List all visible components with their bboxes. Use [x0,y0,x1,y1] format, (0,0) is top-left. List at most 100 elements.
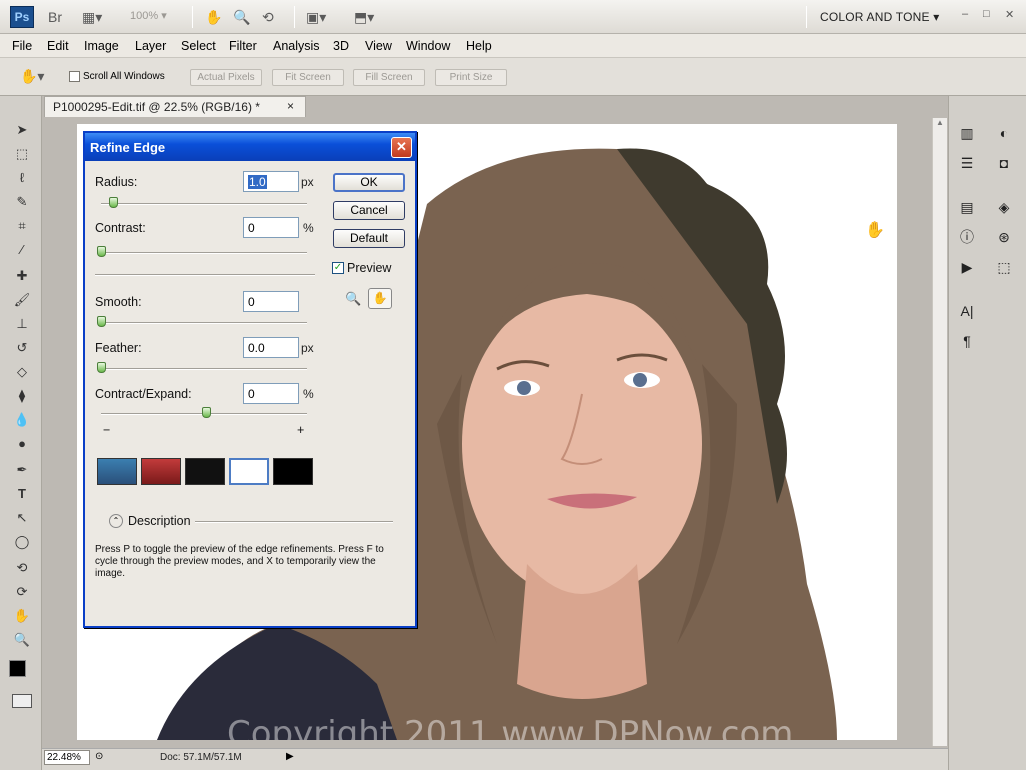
pen-tool-icon[interactable]: ✒ [10,460,34,480]
radius-field[interactable]: 1.0 [243,171,299,192]
menu-3d[interactable]: 3D [333,39,349,53]
document-tab-close-icon[interactable]: × [287,99,294,113]
clone-stamp-tool-icon[interactable]: ⊥ [10,314,34,334]
brush-tool-icon[interactable]: 🖌 [10,290,34,310]
info-icon[interactable]: ☰ [956,152,978,174]
3d-rotate-tool-icon[interactable]: ⟲ [10,558,34,578]
workspace-switcher[interactable]: COLOR AND TONE ▾ [820,10,939,24]
actions-icon[interactable]: ▶ [956,256,978,278]
bridge-icon[interactable]: Br [48,8,62,26]
navigator-icon[interactable]: ▤ [956,196,978,218]
radius-slider-thumb[interactable] [109,197,118,208]
move-tool-icon[interactable]: ➤ [10,120,34,140]
document-tab[interactable]: P1000295-Edit.tif @ 22.5% (RGB/16) * × [44,96,306,117]
zoom-field[interactable]: 22.48% [44,750,90,765]
preview-mode-on-white[interactable] [229,458,269,485]
feather-slider-track[interactable] [101,368,307,370]
scroll-up-icon[interactable]: ▲ [933,118,947,127]
cancel-button[interactable]: Cancel [333,201,405,220]
print-size-button[interactable]: Print Size [435,69,507,86]
lasso-tool-icon[interactable]: ℓ [10,168,34,188]
dialog-title[interactable]: Refine Edge [85,133,415,161]
path-selection-tool-icon[interactable]: ↖ [10,508,34,528]
paint-bucket-tool-icon[interactable]: ⧫ [10,386,34,406]
fit-screen-button[interactable]: Fit Screen [272,69,344,86]
channels-icon[interactable]: ⊛ [993,226,1015,248]
smooth-slider-thumb[interactable] [97,316,106,327]
feather-field[interactable]: 0.0 [243,337,299,358]
contrast-field[interactable]: 0 [243,217,299,238]
zoom-level-dropdown[interactable]: 100% ▾ [130,9,167,22]
default-button[interactable]: Default [333,229,405,248]
maximize-icon[interactable]: □ [983,8,990,20]
dodge-tool-icon[interactable]: ● [10,434,34,454]
type-tool-icon[interactable]: T [10,484,34,504]
crop-tool-icon[interactable]: ⌗ [10,216,34,236]
blur-tool-icon[interactable]: 💧 [10,410,34,430]
menu-image[interactable]: Image [84,39,119,53]
dialog-close-icon[interactable]: ✕ [391,137,412,158]
menu-help[interactable]: Help [466,39,492,53]
menu-view[interactable]: View [365,39,392,53]
minimize-icon[interactable]: – [962,8,968,20]
adjustments-icon[interactable]: ◐ [993,122,1015,144]
shape-tool-icon[interactable]: ◯ [10,532,34,552]
menu-edit[interactable]: Edit [47,39,69,53]
eraser-tool-icon[interactable]: ◇ [10,362,34,382]
preview-mode-mask[interactable] [273,458,313,485]
marquee-tool-icon[interactable]: ⬚ [10,144,34,164]
menu-window[interactable]: Window [406,39,450,53]
hand-tool-dialog-icon[interactable]: ✋ [368,288,392,309]
layers-panel-icon[interactable]: ◈ [993,196,1015,218]
quick-mask-icon[interactable] [12,694,32,708]
doc-info-text[interactable]: Doc: 57.1M/57.1M [160,752,242,763]
preview-checkbox[interactable]: ✓ [332,262,344,274]
radius-slider-track[interactable] [101,203,307,205]
screen-mode-icon[interactable]: ⬒▾ [354,8,374,26]
info-circle-icon[interactable]: ⓘ [956,226,978,248]
history-brush-tool-icon[interactable]: ↺ [10,338,34,358]
histogram-icon[interactable]: ▥ [956,122,978,144]
eyedropper-tool-icon[interactable]: ⁄ [10,240,34,260]
status-menu-arrow-icon[interactable]: ▶ [286,751,294,762]
menu-analysis[interactable]: Analysis [273,39,320,53]
preview-mode-on-black[interactable] [185,458,225,485]
status-preview-icon[interactable]: ⊙ [95,751,103,762]
paragraph-icon[interactable]: ¶ [956,330,978,352]
feather-slider-thumb[interactable] [97,362,106,373]
menu-layer[interactable]: Layer [135,39,166,53]
description-toggle-icon[interactable]: ⌃ [109,514,123,528]
fill-screen-button[interactable]: Fill Screen [353,69,425,86]
smooth-slider-track[interactable] [101,322,307,324]
vertical-scrollbar[interactable]: ▲ [932,118,947,746]
hand-tool-preset-icon[interactable]: ✋▾ [20,67,44,85]
preview-mode-quick-mask[interactable] [141,458,181,485]
view-extras-icon[interactable]: ▦▾ [82,8,102,26]
foreground-color-swatch[interactable] [9,660,26,677]
contract-expand-slider-thumb[interactable] [202,407,211,418]
hand-icon[interactable]: ✋ [205,8,222,26]
paths-icon[interactable]: ⬚ [993,256,1015,278]
zoom-icon[interactable]: 🔍 [233,8,250,26]
masks-icon[interactable]: ◘ [993,152,1015,174]
quick-select-tool-icon[interactable]: ✎ [10,192,34,212]
preview-mode-standard[interactable] [97,458,137,485]
arrange-documents-icon[interactable]: ▣▾ [306,8,326,26]
zoom-tool-icon[interactable]: 🔍 [10,630,34,650]
menu-file[interactable]: File [12,39,32,53]
close-window-icon[interactable]: ✕ [1005,8,1014,21]
hand-tool-icon[interactable]: ✋ [10,606,34,626]
zoom-tool-dialog-icon[interactable]: 🔍 [345,291,361,307]
ok-button[interactable]: OK [333,173,405,192]
actual-pixels-button[interactable]: Actual Pixels [190,69,262,86]
character-icon[interactable]: A| [956,300,978,322]
3d-orbit-tool-icon[interactable]: ⟳ [10,582,34,602]
healing-brush-tool-icon[interactable]: ✚ [10,266,34,286]
smooth-field[interactable]: 0 [243,291,299,312]
menu-select[interactable]: Select [181,39,216,53]
menu-filter[interactable]: Filter [229,39,257,53]
contract-expand-field[interactable]: 0 [243,383,299,404]
rotate-view-icon[interactable]: ⟲ [262,8,274,26]
contrast-slider-thumb[interactable] [97,246,106,257]
scroll-all-windows-checkbox[interactable] [69,71,80,82]
